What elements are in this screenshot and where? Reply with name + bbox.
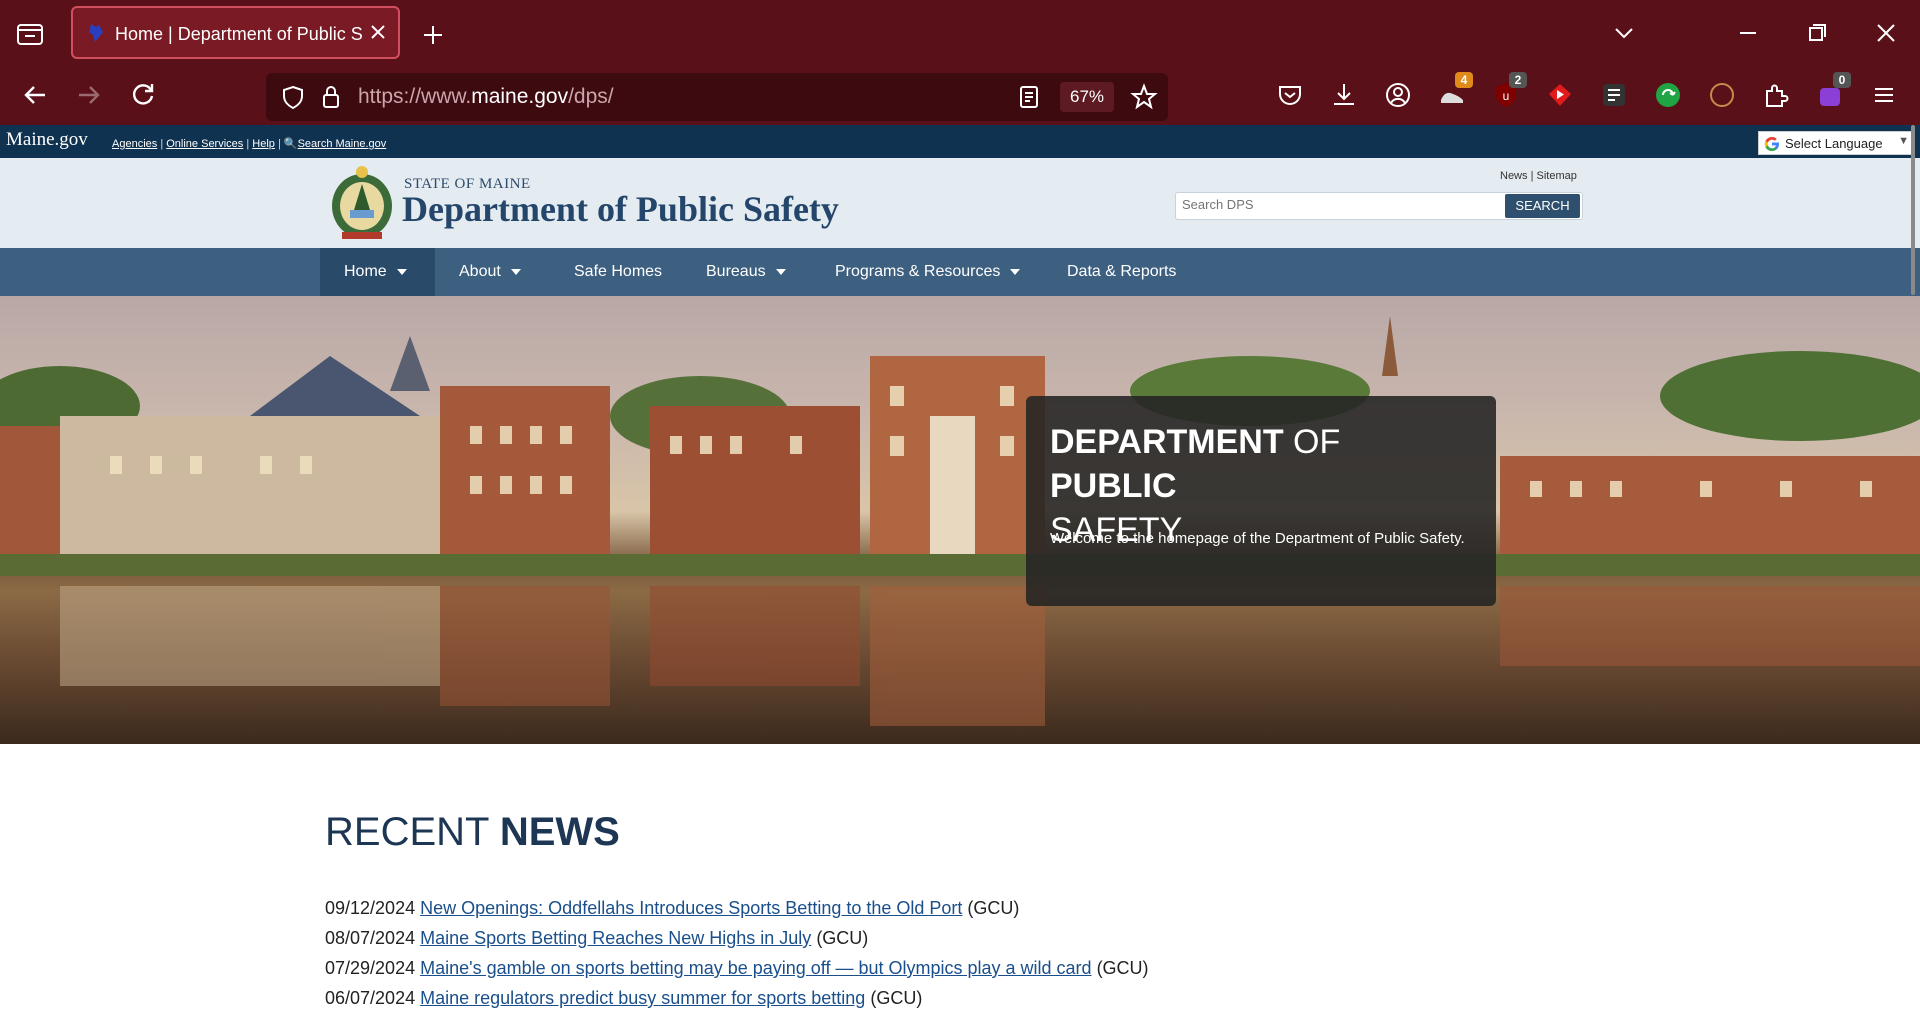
recent-news-heading: RECENT NEWS (325, 810, 620, 854)
minimize-icon[interactable] (1735, 20, 1761, 46)
site-header: STATE OF MAINE Department of Public Safe… (0, 158, 1920, 248)
news-date: 09/12/2024 (325, 898, 416, 918)
extensions-puzzle-icon[interactable] (1761, 80, 1791, 110)
nav-bureaus[interactable]: Bureaus (683, 248, 813, 296)
magnifier-icon: 🔍 (283, 138, 298, 150)
gov-links: Agencies | Online Services | Help | 🔍Sea… (112, 138, 387, 150)
extension-badge: 4 (1455, 72, 1473, 88)
lock-icon[interactable] (318, 84, 344, 110)
hero-banner: DEPARTMENT OF PUBLIC SAFETY Welcome to th… (0, 296, 1920, 744)
caret-down-icon (396, 268, 407, 275)
restore-icon[interactable] (1804, 20, 1830, 46)
web-page: Maine.gov Agencies | Online Services | H… (0, 125, 1920, 1030)
page-scrollbar[interactable] (1911, 125, 1915, 295)
news-date: 06/07/2024 (325, 988, 416, 1008)
url-bar[interactable]: https://www.maine.gov/dps/ 67% (266, 73, 1168, 121)
url-text[interactable]: https://www.maine.gov/dps/ (358, 85, 614, 109)
nav-programs-resources[interactable]: Programs & Resources (813, 248, 1043, 296)
language-select[interactable]: Select Language ▼ (1758, 131, 1914, 155)
google-icon (1763, 135, 1781, 153)
search-dps-input[interactable] (1182, 197, 1502, 212)
news-link[interactable]: Maine regulators predict busy summer for… (420, 988, 865, 1008)
dark-mode-icon[interactable] (1707, 80, 1737, 110)
nav-about[interactable]: About (435, 248, 553, 296)
notes-extension-icon[interactable] (1599, 80, 1629, 110)
ublock-origin-icon[interactable]: u 2 (1491, 72, 1527, 110)
reader-view-icon[interactable] (1016, 84, 1042, 110)
search-maine-gov-link[interactable]: Search Maine.gov (298, 138, 387, 150)
online-services-link[interactable]: Online Services (166, 138, 243, 150)
news-link[interactable]: News (1500, 170, 1528, 182)
caret-down-icon (775, 268, 786, 275)
sitemap-link[interactable]: Sitemap (1537, 170, 1577, 182)
purple-extension-badge: 0 (1833, 72, 1851, 88)
downloads-icon[interactable] (1329, 80, 1359, 110)
extension-shoe-icon[interactable]: 4 (1437, 72, 1473, 110)
new-tab-icon[interactable] (420, 22, 446, 48)
news-date: 08/07/2024 (325, 928, 416, 948)
help-link[interactable]: Help (252, 138, 275, 150)
dropdown-arrow-icon: ▼ (1898, 135, 1909, 147)
nav-data-reports[interactable]: Data & Reports (1043, 248, 1203, 296)
tab-list-icon[interactable] (14, 18, 46, 50)
news-list: 09/12/2024 New Openings: Oddfellahs Intr… (325, 893, 1149, 1013)
main-navigation: Home About Safe Homes Bureaus Programs &… (0, 248, 1920, 296)
close-window-icon[interactable] (1873, 20, 1899, 46)
zoom-level[interactable]: 67% (1060, 82, 1114, 112)
purple-extension-icon[interactable]: 0 (1815, 72, 1851, 110)
news-item: 07/29/2024 Maine's gamble on sports bett… (325, 953, 1149, 983)
hero-description: Welcome to the homepage of the Departmen… (1050, 530, 1465, 547)
maine-state-seal-icon[interactable] (328, 162, 396, 242)
news-source: (GCU) (967, 898, 1020, 918)
language-label: Select Language (1785, 136, 1883, 151)
active-tab[interactable]: Home | Department of Public Sa (71, 6, 400, 59)
news-item: 06/07/2024 Maine regulators predict busy… (325, 983, 1149, 1013)
forward-arrow-icon[interactable] (74, 80, 104, 110)
news-link[interactable]: New Openings: Oddfellahs Introduces Spor… (420, 898, 962, 918)
news-source: (GCU) (1096, 958, 1149, 978)
news-link[interactable]: Maine Sports Betting Reaches New Highs i… (420, 928, 811, 948)
reload-icon[interactable] (128, 80, 158, 110)
news-item: 08/07/2024 Maine Sports Betting Reaches … (325, 923, 1149, 953)
riverfront-cityscape-image (0, 316, 1920, 726)
menu-hamburger-icon[interactable] (1869, 80, 1899, 110)
account-icon[interactable] (1383, 80, 1413, 110)
search-button[interactable]: SEARCH (1505, 194, 1580, 218)
news-source: (GCU) (816, 928, 869, 948)
hero-welcome-card: DEPARTMENT OF PUBLIC SAFETY Welcome to th… (1026, 396, 1496, 606)
back-arrow-icon[interactable] (20, 80, 50, 110)
navigation-toolbar: https://www.maine.gov/dps/ 67% 4 u 2 0 (0, 65, 1920, 125)
pocket-icon[interactable] (1275, 80, 1305, 110)
ublock-badge: 2 (1509, 72, 1527, 88)
close-tab-icon[interactable] (367, 21, 389, 43)
bookmark-star-icon[interactable] (1130, 83, 1158, 111)
nav-home[interactable]: Home (320, 248, 435, 296)
agencies-link[interactable]: Agencies (112, 138, 157, 150)
youtube-icon[interactable] (1545, 80, 1575, 110)
news-item: 09/12/2024 New Openings: Oddfellahs Intr… (325, 893, 1149, 923)
svg-text:u: u (1503, 89, 1510, 103)
recycle-extension-icon[interactable] (1653, 80, 1683, 110)
caret-down-icon (510, 268, 521, 275)
top-links: News | Sitemap (1500, 170, 1577, 182)
tab-bar: Home | Department of Public Sa (0, 0, 1920, 65)
maine-gov-bar: Maine.gov Agencies | Online Services | H… (0, 125, 1920, 158)
maine-gov-logo[interactable]: Maine.gov (6, 129, 88, 151)
department-title[interactable]: Department of Public Safety (402, 188, 839, 230)
caret-down-icon (1010, 268, 1021, 275)
news-link[interactable]: Maine's gamble on sports betting may be … (420, 958, 1091, 978)
maine-favicon-icon (87, 23, 105, 43)
tab-title: Home | Department of Public Sa (115, 24, 363, 44)
news-source: (GCU) (870, 988, 923, 1008)
nav-safe-homes[interactable]: Safe Homes (553, 248, 683, 296)
tracking-shield-icon[interactable] (280, 84, 306, 110)
list-all-tabs-chevron-icon[interactable] (1611, 20, 1637, 46)
news-date: 07/29/2024 (325, 958, 416, 978)
